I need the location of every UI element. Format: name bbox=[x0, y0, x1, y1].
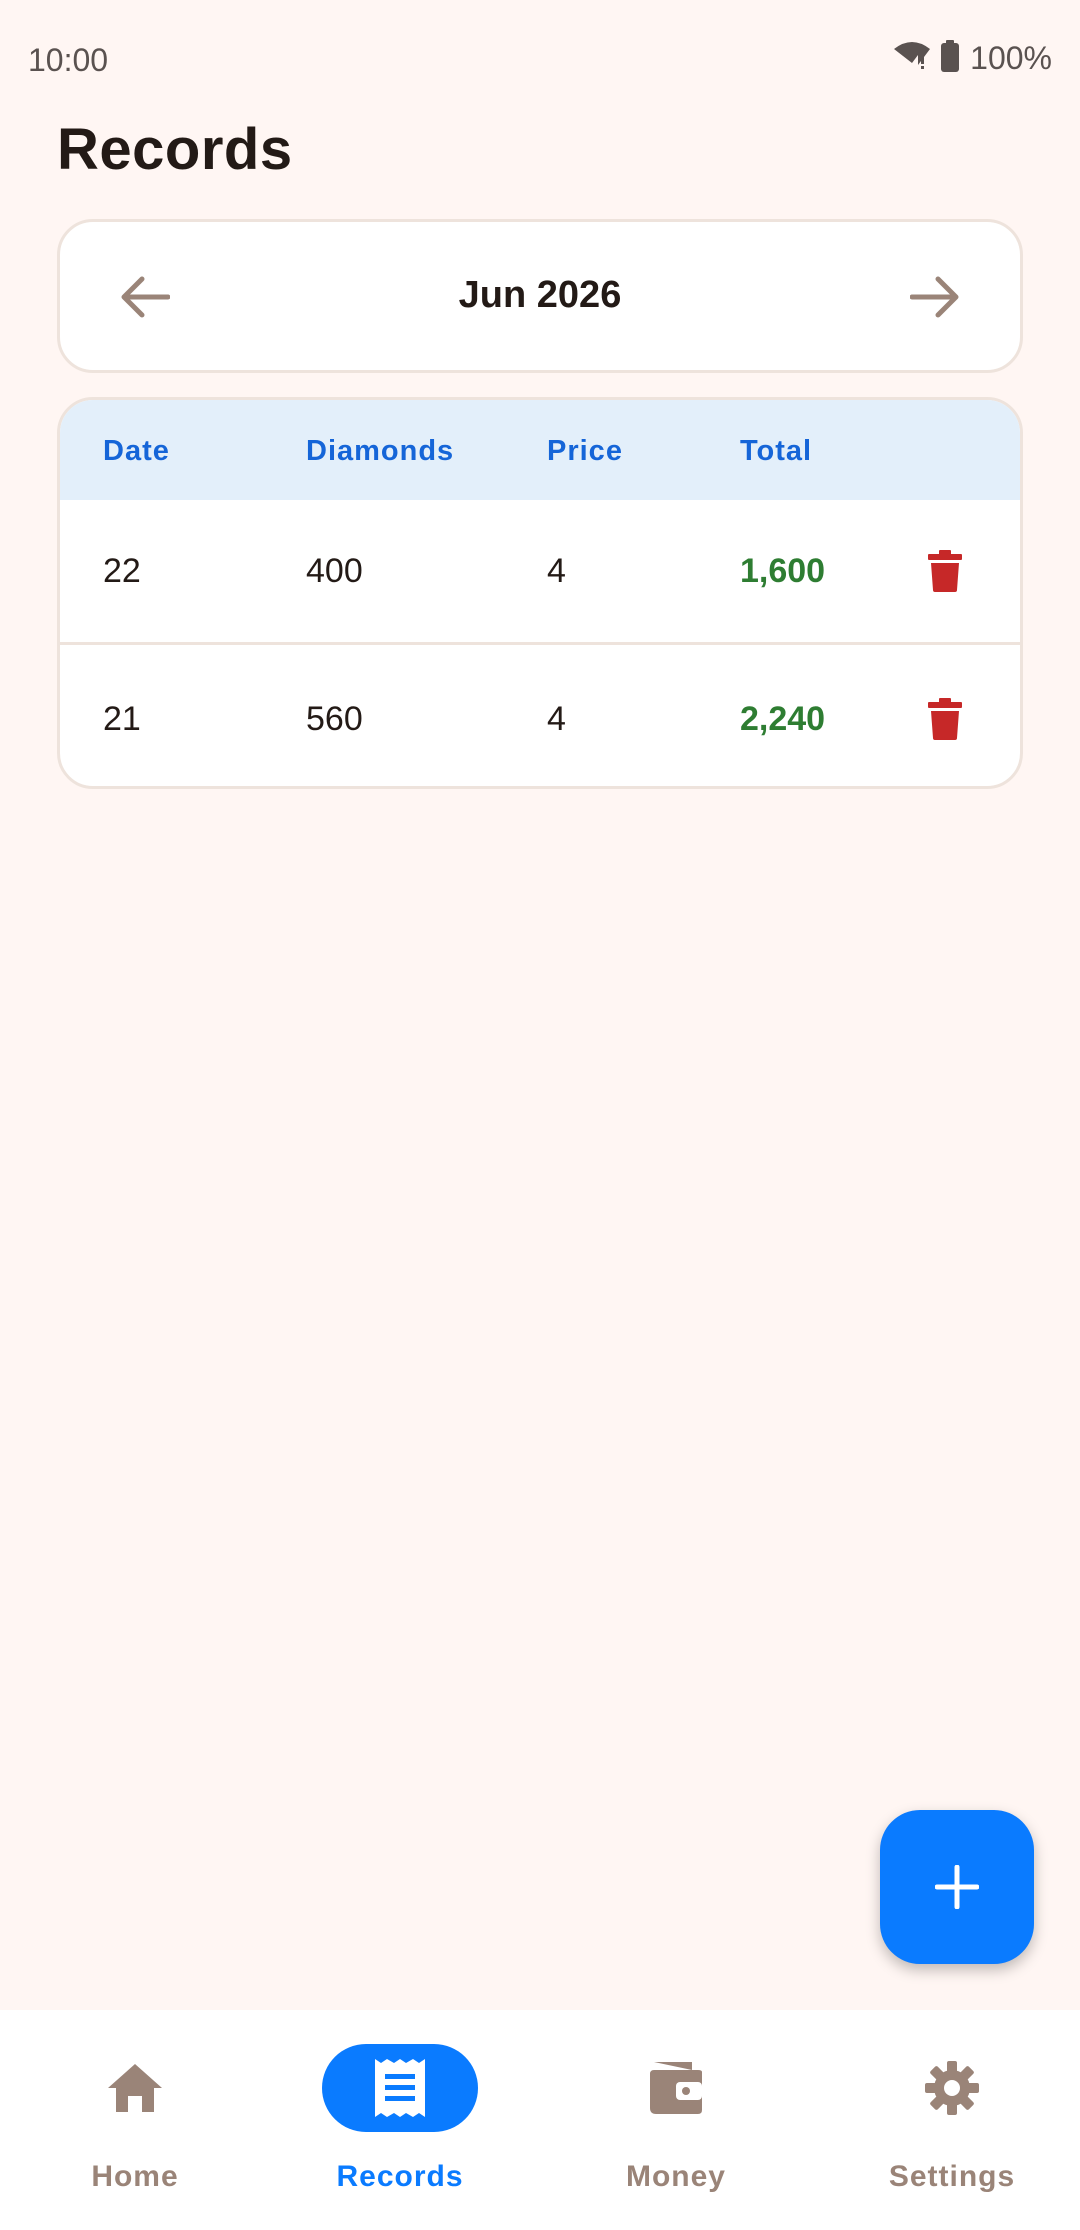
receipt-icon bbox=[375, 2059, 425, 2117]
column-header-total: Total bbox=[740, 435, 813, 467]
trash-icon bbox=[928, 550, 962, 592]
trash-icon bbox=[928, 698, 962, 740]
nav-item-money[interactable]: Money bbox=[541, 2010, 811, 2230]
table-row[interactable]: 22 400 4 1,600 bbox=[60, 500, 1020, 645]
nav-label-home: Home bbox=[91, 2160, 179, 2193]
records-table: Date Diamonds Price Total 22 400 4 1,600… bbox=[57, 397, 1023, 789]
delete-record-button[interactable] bbox=[920, 694, 970, 744]
status-bar: 10:00 100% bbox=[0, 0, 1080, 120]
home-icon bbox=[108, 2064, 162, 2112]
cell-diamonds: 560 bbox=[306, 700, 363, 738]
wallet-icon bbox=[650, 2062, 702, 2114]
nav-item-home[interactable]: Home bbox=[0, 2010, 270, 2230]
page-title: Records bbox=[57, 117, 293, 182]
cell-total: 1,600 bbox=[740, 552, 826, 590]
nav-item-settings[interactable]: Settings bbox=[817, 2010, 1080, 2230]
cell-total: 2,240 bbox=[740, 700, 826, 738]
bottom-navigation: Home Records Money Settings bbox=[0, 2010, 1080, 2230]
cell-date: 22 bbox=[103, 552, 141, 590]
nav-label-records: Records bbox=[336, 2160, 464, 2193]
table-header: Date Diamonds Price Total bbox=[60, 400, 1020, 500]
gear-icon bbox=[925, 2061, 979, 2115]
cell-date: 21 bbox=[103, 700, 141, 738]
column-header-date: Date bbox=[103, 435, 170, 467]
month-selector: Jun 2026 bbox=[57, 219, 1023, 373]
battery-icon bbox=[940, 40, 960, 77]
table-row[interactable]: 21 560 4 2,240 bbox=[60, 648, 1020, 786]
next-month-button[interactable] bbox=[900, 262, 970, 332]
delete-record-button[interactable] bbox=[920, 546, 970, 596]
nav-label-money: Money bbox=[625, 2160, 726, 2193]
nav-label-settings: Settings bbox=[888, 2160, 1016, 2193]
nav-active-indicator bbox=[322, 2044, 478, 2132]
arrow-right-icon bbox=[910, 276, 959, 318]
plus-icon bbox=[935, 1865, 979, 1909]
column-header-diamonds: Diamonds bbox=[306, 435, 455, 467]
wifi-icon bbox=[894, 41, 931, 76]
records-screen: 10:00 100% Records Jun 2026 Date Diamond… bbox=[0, 0, 1080, 2230]
cell-diamonds: 400 bbox=[306, 552, 363, 590]
month-label: Jun 2026 bbox=[458, 274, 622, 316]
battery-percent: 100% bbox=[970, 40, 1052, 76]
cell-price: 4 bbox=[547, 700, 566, 738]
cell-price: 4 bbox=[547, 552, 566, 590]
nav-item-records[interactable]: Records bbox=[265, 2010, 535, 2230]
status-icons: 100% bbox=[894, 40, 1052, 77]
add-record-button[interactable] bbox=[880, 1810, 1034, 1964]
status-time: 10:00 bbox=[28, 42, 109, 78]
column-header-price: Price bbox=[547, 435, 623, 467]
